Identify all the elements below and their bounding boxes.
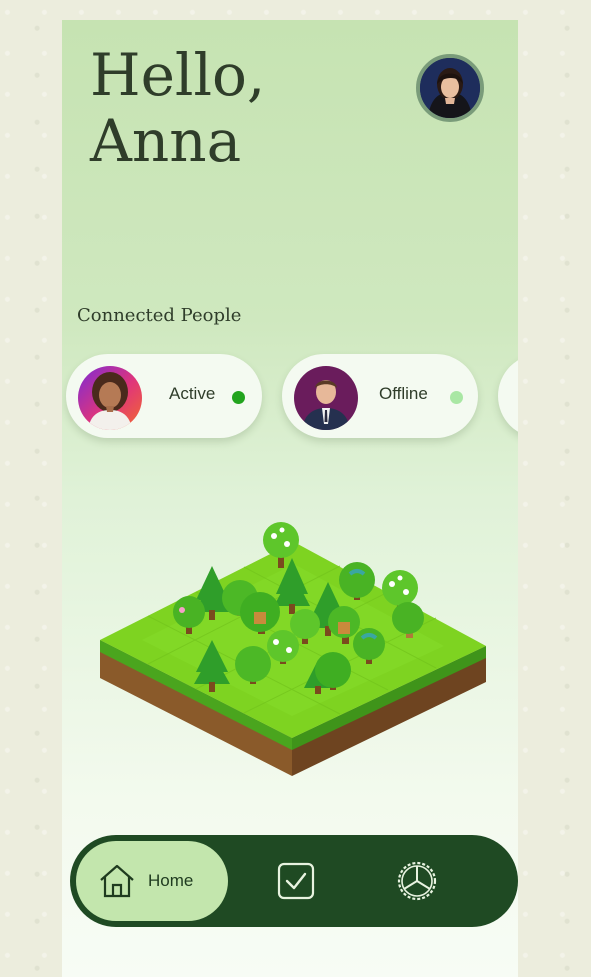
nav-home-button[interactable]: Home: [76, 841, 228, 921]
connected-people-list: Active Offline: [62, 354, 518, 444]
home-icon: [100, 864, 134, 898]
bottom-nav-bar: Home: [70, 835, 518, 927]
greeting-line-2: Anna: [90, 107, 242, 175]
checkbox-icon: [277, 862, 315, 900]
person-card-offline[interactable]: Offline: [282, 354, 478, 438]
active-status-dot: [232, 391, 245, 404]
person-avatar: [78, 366, 142, 430]
woman-avatar-icon: [78, 366, 142, 430]
person-card-active[interactable]: Active: [66, 354, 262, 438]
greeting-heading: Hello, Anna: [90, 42, 265, 174]
person-status-label: Active: [169, 384, 216, 403]
home-screen: Hello, Anna Connected People Active Offl…: [62, 20, 518, 977]
person-card-partial[interactable]: [498, 354, 518, 438]
forest-illustration: [100, 522, 486, 776]
greeting-line-1: Hello,: [90, 41, 266, 109]
profile-avatar-icon: [420, 58, 480, 118]
nav-settings-button[interactable]: [395, 859, 439, 903]
person-status-label: Offline: [379, 384, 428, 403]
connected-people-title: Connected People: [77, 305, 242, 326]
steering-wheel-icon: [397, 861, 437, 901]
person-avatar: [294, 366, 358, 430]
offline-status-dot: [450, 391, 463, 404]
nav-home-label: Home: [148, 871, 194, 890]
nav-tasks-button[interactable]: [276, 861, 316, 901]
man-avatar-icon: [294, 366, 358, 430]
profile-avatar[interactable]: [416, 54, 484, 122]
